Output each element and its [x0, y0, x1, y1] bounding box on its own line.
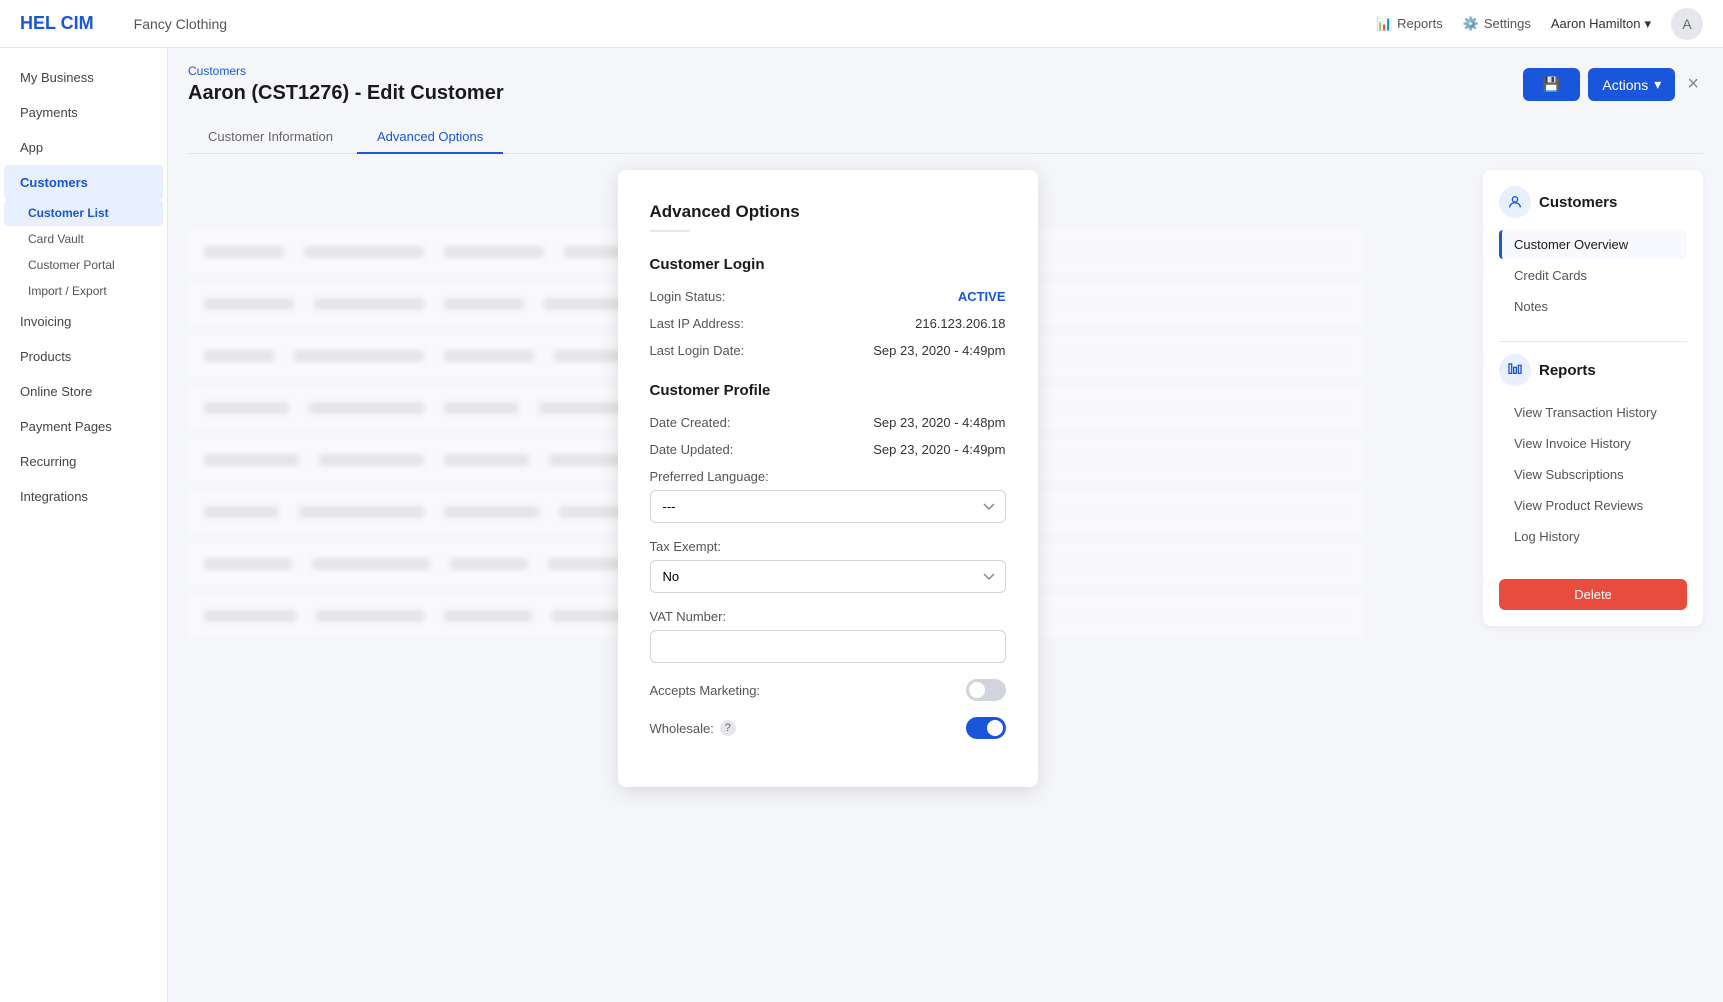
reports-panel-icon — [1499, 354, 1531, 386]
sidebar-sub-card-vault[interactable]: Card Vault — [4, 226, 163, 252]
tax-exempt-label: Tax Exempt: — [650, 539, 1006, 554]
customer-login-title: Customer Login — [650, 256, 1006, 273]
last-ip-label: Last IP Address: — [650, 316, 744, 331]
right-nav-credit-cards[interactable]: Credit Cards — [1499, 261, 1687, 290]
sidebar: My Business Payments App Customers Custo… — [0, 48, 168, 1002]
last-ip-row: Last IP Address: 216.123.206.18 — [650, 316, 1006, 331]
sidebar-item-invoicing[interactable]: Invoicing — [4, 304, 163, 339]
preferred-language-select[interactable]: --- English French Spanish — [650, 490, 1006, 523]
company-name: Fancy Clothing — [134, 16, 1356, 32]
right-panel-customers-section: Customers Customer Overview Credit Cards… — [1499, 186, 1687, 321]
top-nav: HEL CIM Fancy Clothing 📊 Reports ⚙️ Sett… — [0, 0, 1723, 48]
wholesale-help-icon[interactable]: ? — [720, 720, 736, 736]
save-button[interactable]: 💾 — [1523, 68, 1580, 101]
wholesale-toggle[interactable] — [966, 717, 1006, 739]
settings-link[interactable]: ⚙️ Settings — [1463, 16, 1531, 32]
right-panel: Customers Customer Overview Credit Cards… — [1483, 170, 1703, 787]
sidebar-sub-import-export[interactable]: Import / Export — [4, 278, 163, 304]
last-login-date-value: Sep 23, 2020 - 4:49pm — [873, 343, 1005, 358]
save-icon: 💾 — [1543, 76, 1560, 93]
sidebar-item-my-business[interactable]: My Business — [4, 60, 163, 95]
sidebar-item-payments[interactable]: Payments — [4, 95, 163, 130]
content-area: Advanced Options Customer Login Login St… — [188, 170, 1703, 787]
date-created-value: Sep 23, 2020 - 4:48pm — [873, 415, 1005, 430]
vat-number-input[interactable] — [650, 630, 1006, 663]
date-updated-row: Date Updated: Sep 23, 2020 - 4:49pm — [650, 442, 1006, 457]
login-status-value: ACTIVE — [958, 289, 1006, 304]
sidebar-item-customers[interactable]: Customers — [4, 165, 163, 200]
right-panel-card: Customers Customer Overview Credit Cards… — [1483, 170, 1703, 626]
right-nav-view-subscriptions[interactable]: View Subscriptions — [1499, 460, 1687, 489]
sidebar-item-recurring[interactable]: Recurring — [4, 444, 163, 479]
modal-divider — [650, 230, 690, 232]
tab-customer-information[interactable]: Customer Information — [188, 121, 353, 154]
date-updated-label: Date Updated: — [650, 442, 734, 457]
accepts-marketing-toggle[interactable] — [966, 679, 1006, 701]
header-actions: 💾 Actions ▾ × — [1523, 68, 1703, 101]
right-panel-reports-header: Reports — [1499, 354, 1687, 386]
sidebar-item-integrations[interactable]: Integrations — [4, 479, 163, 514]
layout: My Business Payments App Customers Custo… — [0, 48, 1723, 1002]
tax-exempt-select[interactable]: No Yes — [650, 560, 1006, 593]
right-panel-reports-title: Reports — [1539, 362, 1596, 379]
right-panel-reports-section: Reports View Transaction History View In… — [1499, 354, 1687, 551]
date-updated-value: Sep 23, 2020 - 4:49pm — [873, 442, 1005, 457]
date-created-row: Date Created: Sep 23, 2020 - 4:48pm — [650, 415, 1006, 430]
tabs-bar: Customer Information Advanced Options — [188, 121, 1703, 154]
right-nav-view-invoice-history[interactable]: View Invoice History — [1499, 429, 1687, 458]
advanced-options-card: Advanced Options Customer Login Login St… — [618, 170, 1038, 787]
advanced-options-title: Advanced Options — [650, 202, 1006, 222]
nav-right: 📊 Reports ⚙️ Settings Aaron Hamilton ▾ A — [1376, 8, 1703, 40]
last-ip-value: 216.123.206.18 — [915, 316, 1005, 331]
settings-icon: ⚙️ — [1463, 16, 1479, 32]
page-header-left: Customers Aaron (CST1276) - Edit Custome… — [188, 64, 504, 105]
last-login-date-label: Last Login Date: — [650, 343, 745, 358]
close-button[interactable]: × — [1683, 69, 1703, 100]
page-title: Aaron (CST1276) - Edit Customer — [188, 82, 504, 105]
sidebar-sub-customer-portal[interactable]: Customer Portal — [4, 252, 163, 278]
vat-number-label: VAT Number: — [650, 609, 1006, 624]
chevron-down-icon: ▾ — [1644, 16, 1651, 32]
accepts-marketing-row: Accepts Marketing: — [650, 679, 1006, 701]
sidebar-item-online-store[interactable]: Online Store — [4, 374, 163, 409]
delete-button[interactable]: Delete — [1499, 579, 1687, 610]
right-nav-log-history[interactable]: Log History — [1499, 522, 1687, 551]
last-login-date-row: Last Login Date: Sep 23, 2020 - 4:49pm — [650, 343, 1006, 358]
right-nav-customer-overview[interactable]: Customer Overview — [1499, 230, 1687, 259]
actions-button[interactable]: Actions ▾ — [1588, 68, 1675, 101]
customers-panel-icon — [1499, 186, 1531, 218]
sidebar-item-app[interactable]: App — [4, 130, 163, 165]
login-status-label: Login Status: — [650, 289, 726, 304]
right-nav-view-product-reviews[interactable]: View Product Reviews — [1499, 491, 1687, 520]
right-panel-divider — [1499, 341, 1687, 342]
right-panel-customers-header: Customers — [1499, 186, 1687, 218]
wholesale-row: Wholesale: ? — [650, 717, 1006, 739]
tax-exempt-group: Tax Exempt: No Yes — [650, 539, 1006, 593]
sidebar-sub-customer-list[interactable]: Customer List — [4, 200, 163, 226]
right-panel-customers-title: Customers — [1539, 194, 1617, 211]
page-header: Customers Aaron (CST1276) - Edit Custome… — [188, 64, 1703, 105]
logo: HEL CIM — [20, 13, 94, 34]
customer-profile-title: Customer Profile — [650, 382, 1006, 399]
vat-number-group: VAT Number: — [650, 609, 1006, 663]
login-status-row: Login Status: ACTIVE — [650, 289, 1006, 304]
preferred-language-group: Preferred Language: --- English French S… — [650, 469, 1006, 523]
chevron-down-icon: ▾ — [1654, 76, 1661, 93]
wholesale-label: Wholesale: ? — [650, 720, 736, 736]
reports-link[interactable]: 📊 Reports — [1376, 16, 1443, 32]
right-nav-view-transaction-history[interactable]: View Transaction History — [1499, 398, 1687, 427]
sidebar-item-products[interactable]: Products — [4, 339, 163, 374]
logo-text: HEL CIM — [20, 13, 94, 34]
user-menu[interactable]: Aaron Hamilton ▾ — [1551, 16, 1651, 32]
main-content: Customers Aaron (CST1276) - Edit Custome… — [168, 48, 1723, 1002]
reports-icon: 📊 — [1376, 16, 1392, 32]
tab-advanced-options[interactable]: Advanced Options — [357, 121, 503, 154]
avatar[interactable]: A — [1671, 8, 1703, 40]
accepts-marketing-label: Accepts Marketing: — [650, 683, 761, 698]
preferred-language-label: Preferred Language: — [650, 469, 1006, 484]
date-created-label: Date Created: — [650, 415, 731, 430]
breadcrumb[interactable]: Customers — [188, 64, 504, 78]
sidebar-item-payment-pages[interactable]: Payment Pages — [4, 409, 163, 444]
right-nav-notes[interactable]: Notes — [1499, 292, 1687, 321]
